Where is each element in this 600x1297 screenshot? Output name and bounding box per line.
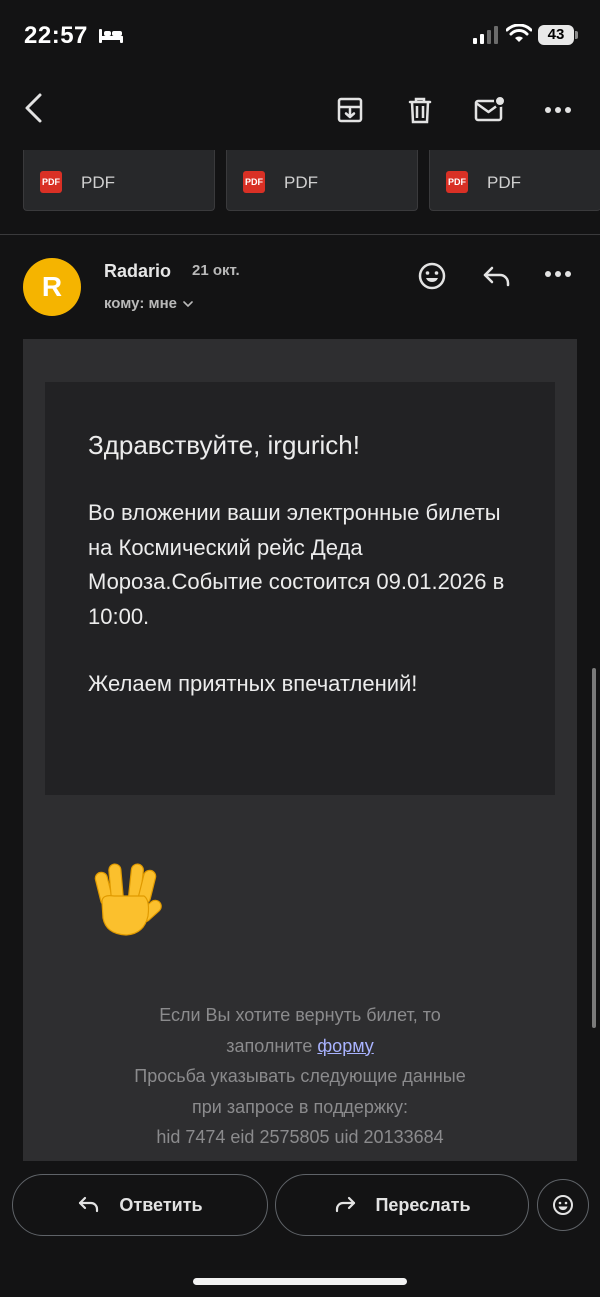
closing-wish: Желаем приятных впечатлений!	[88, 671, 418, 696]
reply-icon	[483, 266, 510, 287]
forward-icon	[336, 1196, 356, 1213]
emoji-reaction-button[interactable]	[537, 1179, 589, 1231]
main-text: Во вложении ваши электронные билеты на К…	[88, 500, 505, 629]
reply-icon-button[interactable]	[480, 260, 514, 292]
footer-ids: hid 7474 eid 2575805 uid 20133684	[156, 1127, 444, 1147]
footer-line: заполните форму	[45, 1031, 555, 1062]
trash-icon	[408, 97, 432, 124]
attachment-card[interactable]: PDF PDF	[23, 150, 215, 211]
mail-unread-icon	[474, 95, 506, 122]
reply-icon	[79, 1196, 99, 1213]
pdf-icon: PDF	[446, 171, 468, 193]
more-horizontal-icon	[545, 271, 571, 277]
avatar[interactable]: R	[23, 258, 81, 316]
home-indicator[interactable]	[193, 1278, 407, 1285]
reply-label: Ответить	[119, 1194, 203, 1215]
footer-line: Если Вы хотите вернуть билет, то	[159, 1005, 441, 1025]
pdf-icon: PDF	[40, 171, 62, 193]
recipient-label: кому: мне	[104, 295, 177, 312]
emoji-smile-icon	[418, 262, 446, 290]
pdf-icon: PDF	[243, 171, 265, 193]
message-more-button[interactable]	[543, 264, 573, 284]
reply-button[interactable]: Ответить	[12, 1174, 268, 1236]
recipient-toggle[interactable]: кому: мне	[104, 295, 193, 312]
footer-line: при запросе в поддержку:	[192, 1096, 408, 1117]
sender-name[interactable]: Radario	[104, 261, 171, 282]
status-time: 22:57	[24, 22, 88, 49]
attachment-type: PDF	[284, 173, 318, 192]
attachment-type: PDF	[81, 173, 115, 192]
email-date: 21 окт.	[192, 262, 240, 279]
form-link[interactable]: форму	[317, 1036, 373, 1056]
divider	[0, 234, 600, 235]
add-reaction-button[interactable]	[414, 258, 450, 294]
attachment-type: PDF	[487, 173, 521, 192]
footer-text: заполните	[226, 1035, 318, 1056]
chevron-down-icon	[183, 300, 193, 307]
cellular-signal-icon	[473, 26, 498, 44]
forward-button[interactable]: Переслать	[275, 1174, 529, 1236]
emoji-smile-icon	[553, 1195, 573, 1215]
battery-cap	[575, 31, 578, 39]
mark-unread-button[interactable]	[472, 92, 508, 128]
more-options-button[interactable]	[540, 92, 576, 128]
archive-button[interactable]	[332, 92, 368, 128]
footer-line: Просьба указывать следующие данные	[134, 1066, 466, 1086]
chevron-left-icon[interactable]	[20, 92, 46, 124]
scrollbar[interactable]	[592, 668, 596, 1028]
raised-hand-vulcan-icon	[94, 863, 162, 936]
wifi-icon	[506, 24, 532, 42]
email-footer: Если Вы хотите вернуть билет, то заполни…	[45, 1000, 555, 1153]
top-toolbar	[0, 60, 600, 150]
greeting: Здравствуйте, irgurich!	[88, 430, 360, 460]
battery-indicator: 43	[538, 25, 574, 45]
attachment-card[interactable]: PDF PDF	[226, 150, 418, 211]
attachment-card[interactable]: PDF PDF	[429, 150, 600, 211]
archive-icon	[337, 97, 363, 123]
more-horizontal-icon	[545, 107, 571, 113]
sleep-focus-icon	[99, 29, 123, 43]
delete-button[interactable]	[402, 92, 438, 128]
forward-label: Переслать	[375, 1194, 471, 1215]
